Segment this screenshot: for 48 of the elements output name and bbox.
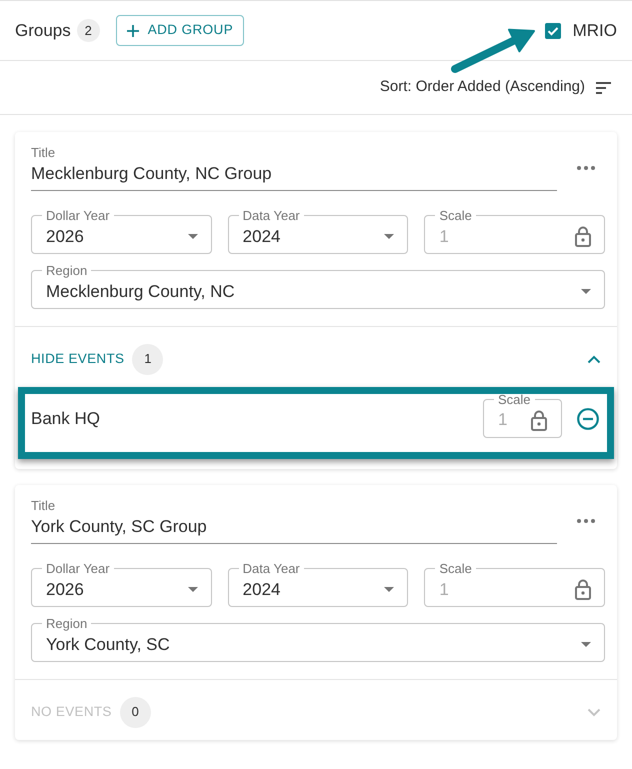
events-toggle-button[interactable]: HIDE EVENTS xyxy=(31,348,124,370)
remove-icon[interactable] xyxy=(577,408,599,430)
field-label: Title xyxy=(31,144,56,162)
dropdown-field[interactable]: Data Year 2024 xyxy=(228,209,408,254)
field-label: Scale xyxy=(497,392,532,406)
lock-icon xyxy=(575,579,591,600)
lock-icon xyxy=(531,410,547,430)
arrow-icon xyxy=(450,28,536,74)
field-label: Scale xyxy=(438,562,473,575)
caret-icon xyxy=(581,289,591,294)
caret-icon xyxy=(384,587,394,592)
count-badge: 1 xyxy=(132,344,164,374)
sort-label[interactable]: Sort: Order Added (Ascending) xyxy=(380,76,585,99)
dropdown-field[interactable]: Dollar Year 2026 xyxy=(31,209,212,254)
field-label: Dollar Year xyxy=(45,209,111,222)
caret-icon xyxy=(188,234,198,239)
title-field[interactable]: Title York County, SC Group xyxy=(31,497,557,544)
count-badge: 0 xyxy=(120,696,151,728)
field-label: Data Year xyxy=(242,562,301,575)
plus-icon xyxy=(126,24,139,36)
more-icon[interactable] xyxy=(577,166,595,170)
dropdown-field[interactable]: Dollar Year 2026 xyxy=(31,562,212,607)
caret-icon xyxy=(188,587,198,592)
field-label: Data Year xyxy=(242,209,301,222)
sort-icon[interactable] xyxy=(596,82,611,94)
more-icon[interactable] xyxy=(577,518,595,522)
field-label: Region xyxy=(45,264,88,277)
dropdown-field[interactable]: Data Year 2024 xyxy=(228,562,408,607)
lock-icon xyxy=(575,226,591,247)
field-label: Title xyxy=(31,497,56,515)
dropdown-field[interactable]: Region York County, SC xyxy=(31,617,605,662)
checkbox[interactable] xyxy=(544,22,561,38)
dropdown-field[interactable]: Region Mecklenburg County, NC xyxy=(31,264,605,309)
field-label: Scale xyxy=(438,209,473,222)
caret-icon xyxy=(384,234,394,239)
caret-icon xyxy=(581,642,591,647)
groups-title: Groups xyxy=(15,20,71,42)
title-field[interactable]: Title Mecklenburg County, NC Group xyxy=(31,144,557,191)
locked-field[interactable]: Scale 1 xyxy=(424,209,605,254)
mrio-label: MRIO xyxy=(572,20,617,42)
field-label: Dollar Year xyxy=(45,562,111,575)
add-group-button[interactable]: ADD GROUP xyxy=(116,15,244,46)
locked-field[interactable]: Scale 1 xyxy=(424,562,605,607)
event-name: Bank HQ xyxy=(31,408,100,430)
chevron-up-icon[interactable] xyxy=(587,354,601,364)
field-label: Region xyxy=(45,617,88,630)
count-badge: 2 xyxy=(76,19,100,42)
locked-field[interactable]: Scale 1 xyxy=(483,392,562,438)
